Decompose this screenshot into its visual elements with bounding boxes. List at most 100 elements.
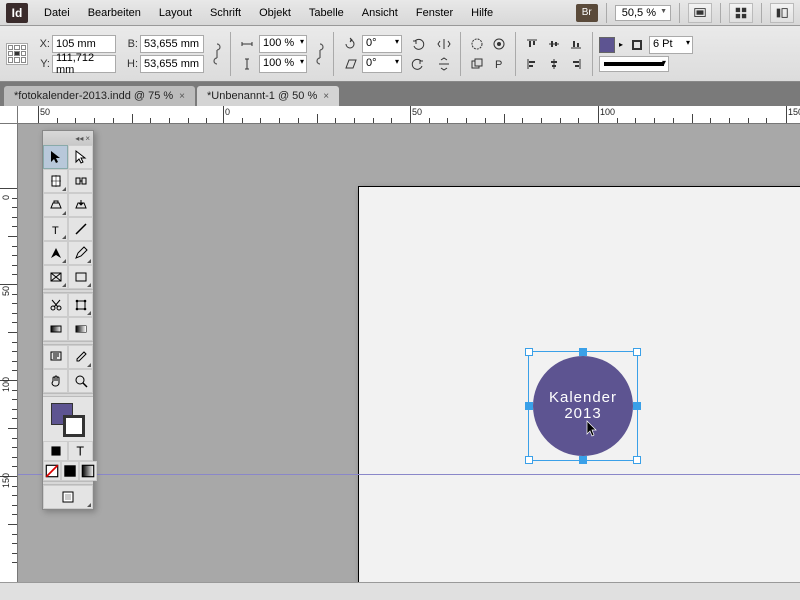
scissors-tool[interactable]: [43, 293, 68, 317]
separator: [230, 32, 231, 76]
page-tool[interactable]: [43, 169, 68, 193]
close-icon[interactable]: ×: [85, 134, 90, 143]
align-hcenter-icon[interactable]: [544, 55, 564, 73]
stroke-weight-field[interactable]: 6 Pt: [649, 36, 693, 54]
guide[interactable]: [18, 474, 800, 475]
close-icon[interactable]: ×: [323, 91, 329, 102]
workspace-switcher-icon[interactable]: [770, 3, 794, 23]
scale-y-icon: [237, 55, 257, 73]
note-tool[interactable]: [43, 345, 68, 369]
vertical-ruler[interactable]: 050100150: [0, 124, 18, 582]
align-top-icon[interactable]: [522, 35, 542, 53]
separator: [592, 32, 593, 76]
close-icon[interactable]: ×: [179, 91, 185, 102]
stroke-color-icon[interactable]: [63, 415, 85, 437]
pencil-tool[interactable]: [68, 241, 93, 265]
apply-color-container-icon[interactable]: [43, 441, 68, 461]
apply-none-icon[interactable]: [43, 461, 61, 481]
tools-panel[interactable]: ◂◂× T T: [42, 130, 94, 510]
stroke-style-combo[interactable]: [599, 56, 669, 72]
rotate-cw-icon[interactable]: [408, 35, 428, 53]
panel-header[interactable]: ◂◂×: [43, 131, 93, 145]
rotate-field[interactable]: 0°: [362, 35, 402, 53]
gradient-swatch-tool[interactable]: [43, 317, 68, 341]
h-label: H:: [122, 58, 138, 70]
menu-layout[interactable]: Layout: [151, 3, 200, 23]
type-on-path-icon[interactable]: P: [489, 55, 509, 73]
select-prev-icon[interactable]: [467, 55, 487, 73]
height-field[interactable]: 53,655 mm: [140, 55, 204, 73]
menu-tabelle[interactable]: Tabelle: [301, 3, 352, 23]
view-mode-icon[interactable]: [43, 485, 93, 509]
svg-text:P: P: [495, 59, 502, 71]
pen-tool[interactable]: [43, 241, 68, 265]
menu-schrift[interactable]: Schrift: [202, 3, 249, 23]
gradient-feather-tool[interactable]: [68, 317, 93, 341]
free-transform-tool[interactable]: [68, 293, 93, 317]
apply-color-text-icon[interactable]: T: [68, 441, 93, 461]
reference-point-proxy[interactable]: [6, 43, 28, 65]
tab-label: *Unbenannt-1 @ 50 %: [207, 90, 317, 102]
apply-gradient-icon[interactable]: [79, 461, 97, 481]
swatch-arrow-icon[interactable]: ▸: [617, 40, 625, 49]
fill-swatch[interactable]: [599, 37, 615, 53]
zoom-tool[interactable]: [68, 369, 93, 393]
x-field[interactable]: 105 mm: [52, 35, 116, 53]
bridge-icon[interactable]: Br: [576, 4, 598, 22]
direct-selection-tool[interactable]: [68, 145, 93, 169]
canvas[interactable]: Kalender 2013: [18, 124, 800, 582]
content-placer-tool[interactable]: [68, 193, 93, 217]
align-right-icon[interactable]: [566, 55, 586, 73]
menu-hilfe[interactable]: Hilfe: [463, 3, 501, 23]
hand-tool[interactable]: [43, 369, 68, 393]
menu-ansicht[interactable]: Ansicht: [354, 3, 406, 23]
selection-tool[interactable]: [43, 145, 68, 169]
gap-tool[interactable]: [68, 169, 93, 193]
document-tab[interactable]: *Unbenannt-1 @ 50 % ×: [197, 86, 339, 106]
separator: [515, 32, 516, 76]
menu-datei[interactable]: Datei: [36, 3, 78, 23]
flip-v-icon[interactable]: [434, 55, 454, 73]
control-bar: X:105 mm Y:111,712 mm B:53,655 mm H:53,6…: [0, 26, 800, 82]
type-tool[interactable]: T: [43, 217, 68, 241]
menu-bearbeiten[interactable]: Bearbeiten: [80, 3, 149, 23]
align-bottom-icon[interactable]: [566, 35, 586, 53]
content-collector-tool[interactable]: [43, 193, 68, 217]
scale-x-icon: [237, 35, 257, 53]
menu-bar: Id Datei Bearbeiten Layout Schrift Objek…: [0, 0, 800, 26]
shear-field[interactable]: 0°: [362, 55, 402, 73]
constrain-scale-icon[interactable]: [313, 37, 327, 71]
horizontal-ruler[interactable]: 50050100150200: [18, 106, 800, 124]
menu-objekt[interactable]: Objekt: [251, 3, 299, 23]
ruler-origin[interactable]: [0, 106, 18, 124]
separator: [761, 3, 762, 23]
fill-stroke-swatch[interactable]: [43, 397, 93, 441]
rotate-ccw-icon[interactable]: [408, 55, 428, 73]
svg-text:T: T: [76, 445, 84, 459]
screen-mode-icon[interactable]: [688, 3, 712, 23]
zoom-level-combo[interactable]: 50,5 %: [615, 5, 671, 21]
constrain-proportions-icon[interactable]: [210, 37, 224, 71]
rectangle-frame-tool[interactable]: [43, 265, 68, 289]
document-tab-bar: *fotokalender-2013.indd @ 75 % × *Unbena…: [0, 82, 800, 106]
apply-solid-icon[interactable]: [61, 461, 79, 481]
scale-y-field[interactable]: 100 %: [259, 55, 307, 73]
document-tab[interactable]: *fotokalender-2013.indd @ 75 % ×: [4, 86, 195, 106]
align-vcenter-icon[interactable]: [544, 35, 564, 53]
x-label: X:: [34, 38, 50, 50]
eyedropper-tool[interactable]: [68, 345, 93, 369]
flip-h-icon[interactable]: [434, 35, 454, 53]
select-content-icon[interactable]: [489, 35, 509, 53]
line-tool[interactable]: [68, 217, 93, 241]
stroke-align-icon[interactable]: [627, 36, 647, 54]
scale-x-field[interactable]: 100 %: [259, 35, 307, 53]
width-field[interactable]: 53,655 mm: [140, 35, 204, 53]
menu-fenster[interactable]: Fenster: [408, 3, 461, 23]
collapse-icon[interactable]: ◂◂: [75, 134, 83, 143]
align-left-icon[interactable]: [522, 55, 542, 73]
select-container-icon[interactable]: [467, 35, 487, 53]
y-field[interactable]: 111,712 mm: [52, 55, 116, 73]
arrange-icon[interactable]: [729, 3, 753, 23]
rectangle-tool[interactable]: [68, 265, 93, 289]
status-bar: [0, 582, 800, 600]
